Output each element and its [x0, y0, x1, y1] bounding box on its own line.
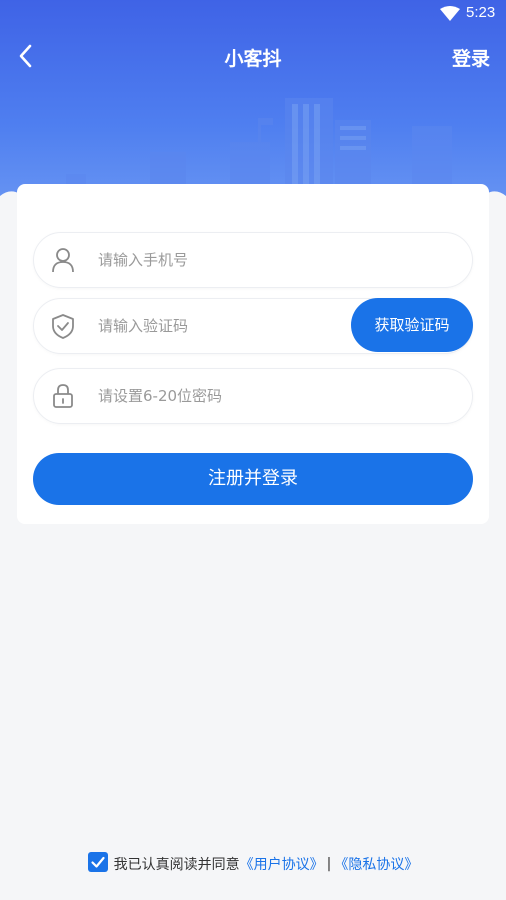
register-page: 5:23 小客抖 登录 获取验证码: [0, 0, 506, 900]
register-form-card: 获取验证码 注册并登录: [17, 184, 489, 524]
password-input[interactable]: [98, 369, 358, 423]
status-time: 5:23: [466, 4, 496, 21]
password-field: [33, 368, 473, 424]
agreement-row: 我已认真阅读并同意《用户协议》 | 《隐私协议》: [0, 852, 506, 878]
get-code-button[interactable]: 获取验证码: [351, 298, 473, 352]
agreement-text: 我已认真阅读并同意: [113, 857, 240, 873]
nav-bar: 小客抖 登录: [0, 36, 506, 76]
user-icon: [52, 248, 74, 273]
login-link[interactable]: 登录: [452, 44, 490, 71]
page-title: 小客抖: [224, 48, 282, 70]
privacy-agreement-link[interactable]: 《隐私协议》: [334, 857, 418, 873]
verification-code-input[interactable]: [98, 299, 298, 353]
phone-field: [33, 232, 473, 288]
phone-input[interactable]: [98, 233, 358, 287]
wifi-icon: [440, 6, 460, 21]
shield-check-icon: [52, 314, 74, 339]
checkbox-checked-icon[interactable]: [87, 852, 108, 872]
user-agreement-link[interactable]: 《用户协议》: [240, 857, 324, 873]
status-bar: 5:23: [0, 0, 506, 28]
lock-icon: [53, 384, 73, 408]
verification-code-field: 获取验证码: [33, 298, 473, 354]
register-and-login-button[interactable]: 注册并登录: [33, 453, 473, 505]
agreement-separator: |: [326, 856, 332, 872]
